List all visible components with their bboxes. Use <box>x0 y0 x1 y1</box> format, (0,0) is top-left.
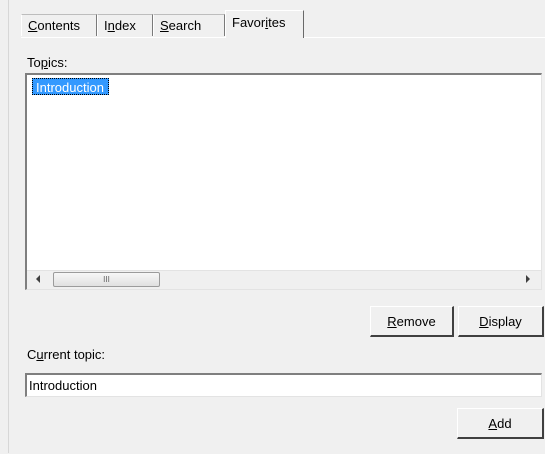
tab-favorites[interactable]: Favorites <box>225 10 304 38</box>
topics-label: Topics: <box>27 55 68 70</box>
tab-index[interactable]: Index <box>97 14 153 36</box>
current-topic-label: Current topic: <box>27 347 106 362</box>
tab-index-label: Index <box>104 18 136 33</box>
chevron-right-icon-glyph <box>526 275 530 283</box>
chevron-right-icon[interactable] <box>519 271 537 289</box>
horizontal-scrollbar[interactable]: III <box>27 270 541 289</box>
tab-contents[interactable]: Contents <box>21 14 97 36</box>
topics-listbox[interactable]: Introduction III <box>25 73 542 290</box>
tab-search[interactable]: Search <box>153 14 225 36</box>
display-button[interactable]: Display <box>458 306 544 337</box>
scrollbar-thumb[interactable]: III <box>53 272 160 287</box>
tab-contents-label: Contents <box>28 18 81 33</box>
add-button[interactable]: Add <box>457 408 544 439</box>
current-topic-field[interactable] <box>25 373 542 397</box>
window-left-edge <box>0 0 9 453</box>
chevron-left-icon-glyph <box>36 275 40 283</box>
list-item[interactable]: Introduction <box>32 78 109 95</box>
tab-favorites-label: Favorites <box>232 15 286 30</box>
scrollbar-grip: III <box>103 275 110 284</box>
favorites-pane: Topics: Introduction III Remove Display … <box>21 37 545 454</box>
remove-button[interactable]: Remove <box>370 306 454 337</box>
chevron-left-icon[interactable] <box>29 271 47 289</box>
tab-search-label: Search <box>160 18 202 33</box>
